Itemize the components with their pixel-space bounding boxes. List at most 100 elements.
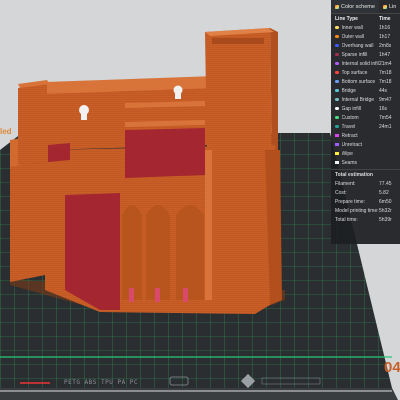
toggle-swatch-icon bbox=[335, 142, 339, 147]
toggle-name: Seams bbox=[341, 159, 358, 166]
column-line-type: Line Type bbox=[335, 16, 358, 22]
line-type-name: Sparse infill bbox=[341, 51, 368, 58]
panel-tabs: Color scheme Lin bbox=[331, 0, 400, 14]
keyhole-slot-left bbox=[81, 110, 87, 120]
estimation-row: Cost: 5.82 bbox=[331, 188, 400, 197]
layers-icon bbox=[382, 4, 387, 9]
bed-label: PETG ABS TPU PA PC bbox=[64, 379, 139, 386]
estimation-label: Model printing time: bbox=[335, 207, 379, 214]
estimation-label: Filament: bbox=[335, 180, 356, 187]
line-type-row[interactable]: Bottom surface 7m18 bbox=[331, 77, 400, 86]
color-swatch-icon bbox=[335, 115, 339, 120]
line-type-time: 1h47 bbox=[379, 51, 391, 58]
line-type-row[interactable]: Inner wall 1h16 bbox=[331, 23, 400, 32]
color-swatch-icon bbox=[335, 43, 339, 48]
toggle-name: Unretract bbox=[341, 141, 363, 148]
line-type-row[interactable]: Custom 7m54 bbox=[331, 113, 400, 122]
toggle-row[interactable]: Unretract bbox=[331, 140, 400, 149]
estimation-value: 6m50 bbox=[379, 198, 392, 205]
estimation-value: 77.45 bbox=[379, 180, 392, 187]
legend-panel: Color scheme Lin Line Type Time Inner wa… bbox=[331, 0, 400, 244]
estimation-label: Total time: bbox=[335, 216, 358, 223]
line-type-time: 16s bbox=[379, 105, 388, 112]
color-swatch-icon bbox=[335, 25, 339, 30]
toggle-swatch-icon bbox=[335, 133, 339, 138]
line-type-row[interactable]: Overhang wall 2m8s bbox=[331, 41, 400, 50]
estimation-row: Total time: 5h39r bbox=[331, 215, 400, 224]
left-post bbox=[18, 84, 47, 165]
line-type-name: Internal Bridge bbox=[341, 96, 375, 103]
pen-slot-3 bbox=[176, 205, 204, 300]
line-type-time: 44s bbox=[379, 87, 388, 94]
line-type-time: 7m18 bbox=[379, 69, 392, 76]
color-swatch-icon bbox=[335, 52, 339, 57]
pen-slot-2 bbox=[146, 205, 170, 300]
line-type-row[interactable]: Internal solid infill 21m4 bbox=[331, 59, 400, 68]
color-swatch-icon bbox=[335, 34, 339, 39]
tower-slot bbox=[212, 38, 264, 44]
line-type-time: 2m8s bbox=[379, 42, 392, 49]
viewport-edge-text: led bbox=[0, 127, 12, 136]
line-type-name: Top surface bbox=[341, 69, 368, 76]
toggle-row[interactable]: Retract bbox=[331, 131, 400, 140]
line-type-row[interactable]: Sparse infill 1h47 bbox=[331, 50, 400, 59]
estimation-list: Filament: 77.45 Cost: 5.82 Prepare time: 6m50… bbox=[331, 179, 400, 224]
slot-mark-3 bbox=[183, 288, 188, 302]
estimation-label: Cost: bbox=[335, 189, 347, 196]
color-swatch-icon bbox=[335, 124, 339, 129]
inner-divider bbox=[205, 150, 212, 300]
line-type-time: 7m18 bbox=[379, 78, 392, 85]
line-type-name: Travel bbox=[341, 123, 356, 130]
toggle-swatch-icon bbox=[335, 151, 339, 156]
estimation-value: 5h32r bbox=[379, 207, 392, 214]
tab-color-scheme[interactable]: Color scheme bbox=[331, 0, 379, 13]
color-swatch-icon bbox=[335, 106, 339, 111]
color-swatch-icon bbox=[335, 88, 339, 93]
pen-slot-1 bbox=[122, 205, 142, 300]
line-type-time: 24m1 bbox=[379, 123, 392, 130]
estimation-value: 5h39r bbox=[379, 216, 392, 223]
toggle-row[interactable]: Wipe bbox=[331, 149, 400, 158]
line-type-name: Gap infill bbox=[341, 105, 361, 112]
slot-mark-2 bbox=[155, 288, 160, 302]
tab-color-scheme-label: Color scheme bbox=[341, 3, 375, 10]
line-type-name: Bottom surface bbox=[341, 78, 376, 85]
line-type-name: Internal solid infill bbox=[341, 60, 380, 67]
line-type-row[interactable]: Internal Bridge 9m47 bbox=[331, 95, 400, 104]
line-type-time: 7m54 bbox=[379, 114, 392, 121]
line-type-row[interactable]: Gap infill 16s bbox=[331, 104, 400, 113]
bed-front-lip bbox=[0, 388, 398, 400]
infill-left-panel bbox=[65, 193, 120, 310]
slot-mark-1 bbox=[129, 288, 134, 302]
line-type-time: 1h17 bbox=[379, 33, 391, 40]
infill-back-panel bbox=[125, 128, 205, 178]
toggle-row[interactable]: Seams bbox=[331, 158, 400, 167]
tab-line-type-label: Lin bbox=[388, 3, 397, 10]
line-type-row[interactable]: Travel 24m1 bbox=[331, 122, 400, 131]
right-compartment-wall bbox=[212, 150, 265, 300]
line-type-name: Outer wall bbox=[341, 33, 365, 40]
line-type-time: 9m47 bbox=[379, 96, 392, 103]
line-type-name: Overhang wall bbox=[341, 42, 374, 49]
estimation-label: Prepare time: bbox=[335, 198, 366, 205]
plate-number: 04 bbox=[384, 359, 400, 376]
line-type-row[interactable]: Bridge 44s bbox=[331, 86, 400, 95]
color-swatch-icon bbox=[335, 61, 339, 66]
estimation-row: Filament: 77.45 bbox=[331, 179, 400, 188]
toggle-list: Retract Unretract Wipe Seams bbox=[331, 131, 400, 167]
color-swatch-icon bbox=[335, 70, 339, 75]
color-swatch-icon bbox=[335, 97, 339, 102]
line-type-name: Inner wall bbox=[341, 24, 363, 31]
line-type-time: 21m4 bbox=[379, 60, 392, 67]
toggle-swatch-icon bbox=[335, 160, 339, 165]
keyhole-slot-right bbox=[175, 90, 181, 99]
estimation-row: Model printing time: 5h32r bbox=[331, 206, 400, 215]
line-type-name: Custom bbox=[341, 114, 359, 121]
toggle-name: Retract bbox=[341, 132, 358, 139]
estimation-title: Total estimation bbox=[331, 169, 400, 179]
line-type-row[interactable]: Outer wall 1h17 bbox=[331, 32, 400, 41]
tab-line-type[interactable]: Lin bbox=[379, 0, 400, 13]
line-type-time: 1h16 bbox=[379, 24, 391, 31]
line-type-row[interactable]: Top surface 7m18 bbox=[331, 68, 400, 77]
left-wall bbox=[10, 160, 45, 282]
